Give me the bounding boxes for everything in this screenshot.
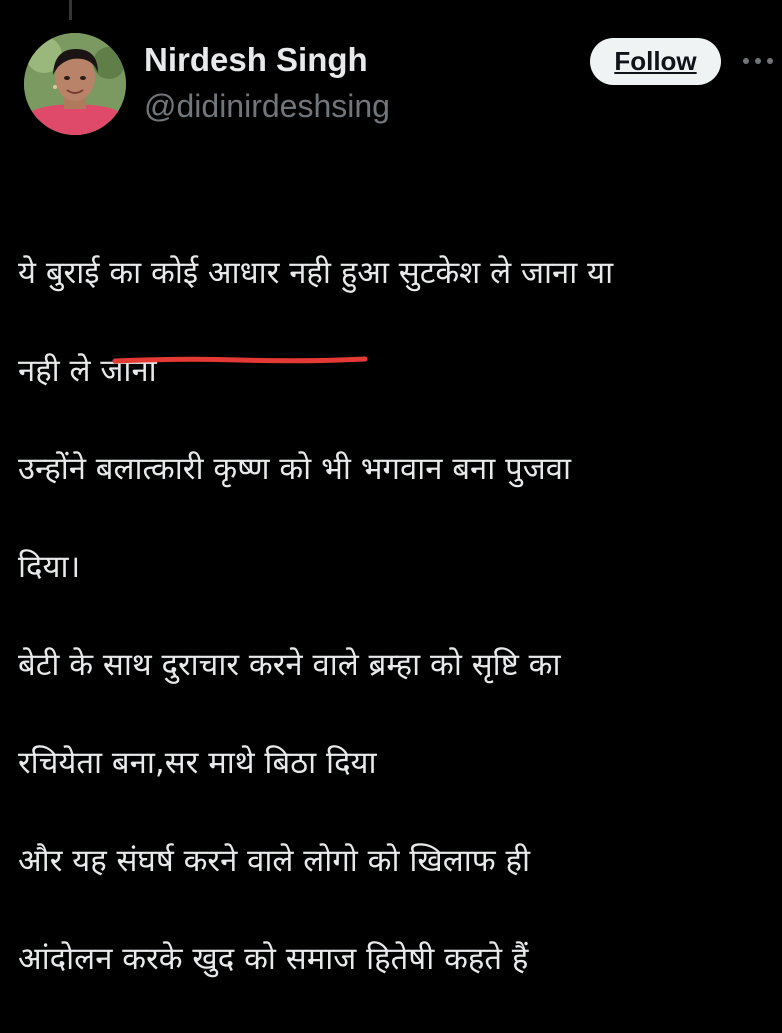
tweet-text: ये बुराई का कोई आधार नही हुआ सुटकेश ले ज… (18, 200, 776, 1033)
tweet-line: रचियेता बना,सर माथे बिठा दिया (18, 745, 377, 781)
avatar-portrait-icon (24, 33, 126, 135)
avatar[interactable] (24, 33, 126, 135)
thread-connector-line (69, 0, 72, 20)
tweet-line: उन्होंने बलात्कारी कृष्ण को भी भगवान बना… (18, 451, 571, 487)
tweet-line: दिया। (18, 549, 81, 585)
more-horizontal-icon[interactable] (738, 48, 778, 74)
tweet-line: ये बुराई का कोई आधार नही हुआ सुटकेश ले ज… (18, 255, 614, 291)
tweet-line: आंदोलन करके खुद को समाज हितेषी कहते हैं (18, 941, 529, 977)
tweet-line: नही ले जाना (18, 353, 157, 389)
follow-button[interactable]: Follow (590, 38, 721, 85)
user-handle[interactable]: @didinirdeshsing (144, 86, 390, 126)
display-name[interactable]: Nirdesh Singh (144, 40, 368, 80)
tweet-line: और यह संघर्ष करने वाले लोगो को खिलाफ ही (18, 843, 531, 879)
tweet-line: बेटी के साथ दुराचार करने वाले ब्रम्हा को… (18, 647, 561, 683)
